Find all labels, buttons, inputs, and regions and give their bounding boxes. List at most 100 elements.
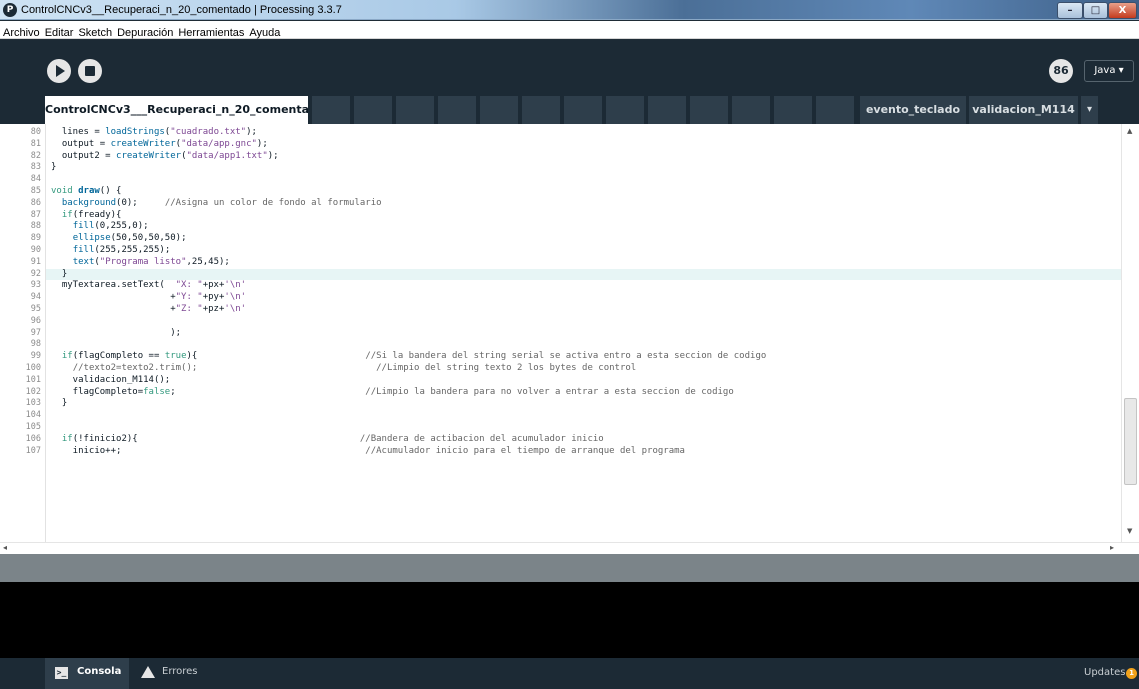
- code-area[interactable]: lines = loadStrings("cuadrado.txt"); out…: [51, 124, 1121, 542]
- menu-depuracion[interactable]: Depuración: [115, 25, 175, 39]
- run-button[interactable]: [47, 59, 71, 83]
- updates-badge[interactable]: 1: [1126, 668, 1137, 679]
- line-number: 83: [30, 162, 41, 173]
- line-number: 102: [25, 386, 41, 397]
- code-line[interactable]: //texto2=texto2.trim(); //Limpio del str…: [51, 363, 1121, 375]
- tab-empty-slot: [438, 96, 476, 124]
- scroll-left-icon[interactable]: ◂: [3, 543, 7, 552]
- code-line[interactable]: [51, 174, 1121, 186]
- code-line[interactable]: }: [51, 162, 1121, 174]
- code-line[interactable]: fill(255,255,255);: [51, 245, 1121, 257]
- code-line[interactable]: if(!finicio2){ //Bandera de actibacion d…: [51, 434, 1121, 446]
- code-line[interactable]: fill(0,255,0);: [51, 221, 1121, 233]
- minimize-button[interactable]: –: [1057, 2, 1083, 19]
- window-title-bar: P ControlCNCv3__Recuperaci_n_20_comentad…: [0, 0, 1139, 20]
- line-number: 89: [30, 233, 41, 244]
- updates-link[interactable]: Updates: [1084, 667, 1125, 678]
- console-tab[interactable]: >_ Consola: [45, 658, 129, 689]
- code-line[interactable]: flagCompleto=false; //Limpio la bandera …: [51, 387, 1121, 399]
- line-number-gutter: 80 81 82 83 84 85 86 87 88 89 90 91 92 93 94 95 96 97 98 99…: [0, 124, 45, 542]
- code-line[interactable]: output2 = createWriter("data/app1.txt");: [51, 151, 1121, 163]
- scroll-right-icon[interactable]: ▸: [1110, 543, 1114, 552]
- scroll-down-icon[interactable]: ▼: [1127, 527, 1132, 535]
- footer-bar: >_ Consola Errores Updates 1: [0, 658, 1139, 689]
- line-number: 106: [25, 433, 41, 444]
- line-number: 96: [30, 315, 41, 326]
- line-number: 107: [25, 445, 41, 456]
- menu-ayuda[interactable]: Ayuda: [247, 25, 282, 39]
- code-line[interactable]: background(0); //Asigna un color de fond…: [51, 198, 1121, 210]
- stop-button[interactable]: [78, 59, 102, 83]
- scroll-up-icon[interactable]: ▲: [1127, 127, 1132, 135]
- tab-bar: ControlCNCv3___Recuperaci_n_20_comentado…: [0, 96, 1139, 124]
- processing-logo-icon: P: [3, 3, 17, 17]
- line-number: 86: [30, 197, 41, 208]
- line-number: 82: [30, 150, 41, 161]
- code-line[interactable]: }: [51, 269, 1121, 281]
- stop-icon: [85, 66, 95, 76]
- code-line[interactable]: +"Z: "+pz+'\n': [51, 304, 1121, 316]
- tab-empty-slot: [312, 96, 350, 124]
- code-line[interactable]: ellipse(50,50,50,50);: [51, 233, 1121, 245]
- menu-archivo[interactable]: Archivo: [1, 25, 42, 39]
- tab-empty-slot: [690, 96, 728, 124]
- line-number: 85: [30, 186, 41, 196]
- errors-tab[interactable]: Errores: [135, 658, 215, 689]
- code-line[interactable]: [51, 422, 1121, 434]
- line-number: 99: [30, 351, 41, 362]
- line-number: 105: [25, 422, 41, 432]
- tab-main-sketch[interactable]: ControlCNCv3___Recuperaci_n_20_comentado: [45, 96, 308, 124]
- menu-editar[interactable]: Editar: [43, 25, 76, 39]
- horizontal-scrollbar[interactable]: ◂ ▸: [0, 542, 1139, 554]
- vertical-scrollbar[interactable]: ▲ ▼: [1121, 124, 1139, 542]
- tab-empty-slot: [522, 96, 560, 124]
- maximize-button[interactable]: □: [1083, 2, 1108, 19]
- line-number: 97: [30, 327, 41, 338]
- line-number: 80: [30, 127, 41, 137]
- scroll-thumb[interactable]: [1124, 398, 1137, 485]
- debugger-icon[interactable]: 86: [1049, 59, 1073, 83]
- code-line[interactable]: void draw() {: [51, 186, 1121, 198]
- line-number: 104: [25, 410, 41, 421]
- line-number: 95: [30, 304, 41, 314]
- code-line[interactable]: if(fready){: [51, 210, 1121, 222]
- line-number: 88: [30, 221, 41, 232]
- code-line[interactable]: if(flagCompleto == true){ //Si la bander…: [51, 351, 1121, 363]
- code-line[interactable]: [51, 339, 1121, 351]
- close-button[interactable]: X: [1108, 2, 1137, 19]
- menu-sketch[interactable]: Sketch: [76, 25, 114, 39]
- line-number: 94: [30, 292, 41, 303]
- code-line[interactable]: }: [51, 398, 1121, 410]
- tab-menu-dropdown[interactable]: ▾: [1081, 96, 1098, 124]
- warning-icon: [141, 666, 155, 678]
- code-line[interactable]: );: [51, 328, 1121, 340]
- code-line[interactable]: lines = loadStrings("cuadrado.txt");: [51, 127, 1121, 139]
- code-editor[interactable]: 80 81 82 83 84 85 86 87 88 89 90 91 92 93 94 95 96 97 98 99…: [0, 124, 1139, 554]
- tab-empty-slot: [564, 96, 602, 124]
- line-number: 101: [25, 374, 41, 385]
- code-line[interactable]: [51, 316, 1121, 328]
- code-line[interactable]: [51, 410, 1121, 422]
- line-number: 90: [30, 245, 41, 255]
- code-line[interactable]: inicio++; //Acumulador inicio para el ti…: [51, 446, 1121, 458]
- window-title: ControlCNCv3__Recuperaci_n_20_comentado …: [21, 4, 342, 16]
- code-line[interactable]: text("Programa listo",25,45);: [51, 257, 1121, 269]
- line-number: 84: [30, 174, 41, 185]
- line-number: 87: [30, 209, 41, 220]
- mode-select[interactable]: Java ▾: [1084, 60, 1134, 82]
- status-bar: [0, 554, 1139, 582]
- line-number: 93: [30, 280, 41, 291]
- console-output[interactable]: [0, 582, 1139, 658]
- errors-tab-label: Errores: [162, 666, 198, 677]
- tab-validacion-m114[interactable]: validacion_M114: [969, 96, 1078, 124]
- code-line[interactable]: output = createWriter("data/app.gnc");: [51, 139, 1121, 151]
- code-line[interactable]: myTextarea.setText( "X: "+px+'\n': [51, 280, 1121, 292]
- menu-herramientas[interactable]: Herramientas: [176, 25, 246, 39]
- tab-evento-teclado[interactable]: evento_teclado: [860, 96, 966, 124]
- code-line[interactable]: validacion_M114();: [51, 375, 1121, 387]
- tab-empty-slot: [606, 96, 644, 124]
- tab-empty-slot: [732, 96, 770, 124]
- line-number: 103: [25, 398, 41, 409]
- tab-empty-slot: [480, 96, 518, 124]
- code-line[interactable]: +"Y: "+py+'\n': [51, 292, 1121, 304]
